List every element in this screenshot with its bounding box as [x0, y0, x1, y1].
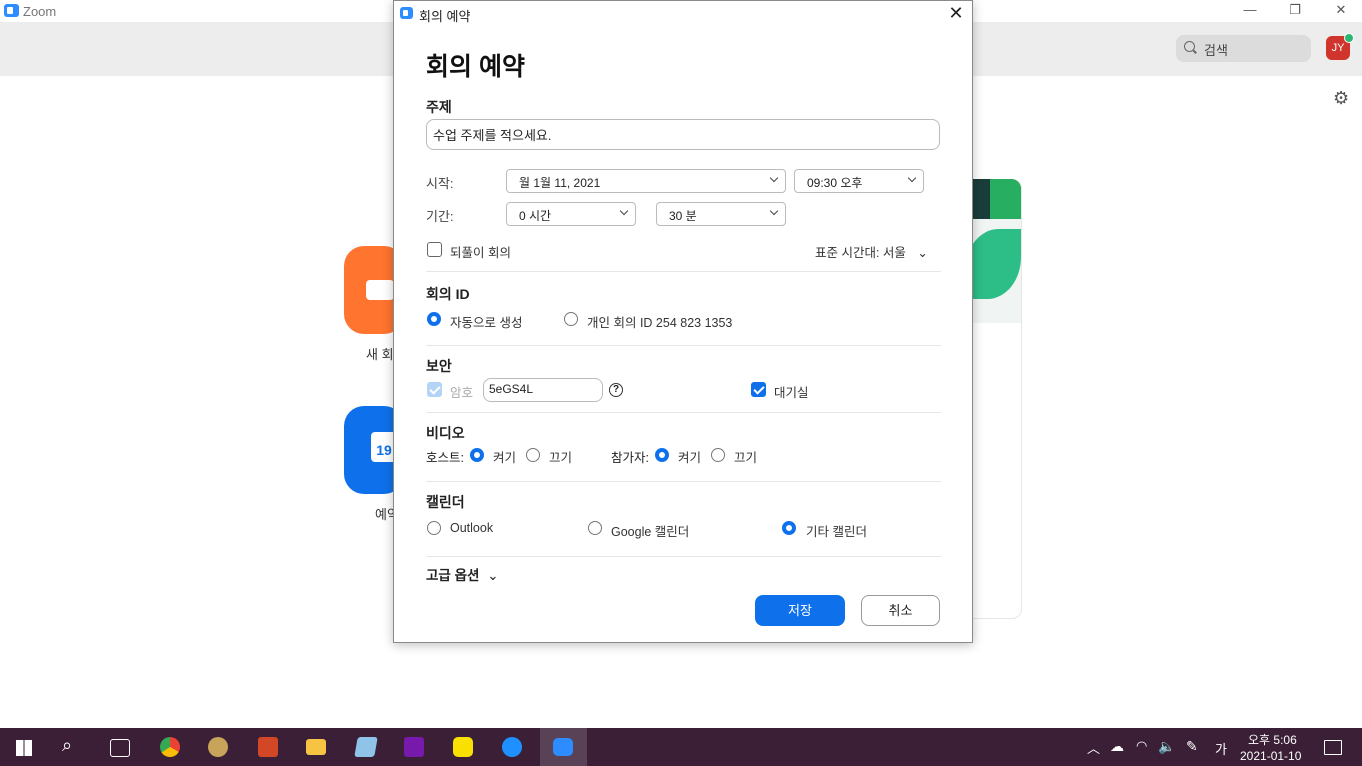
wifi-icon[interactable]: ◠ — [1136, 738, 1147, 754]
kakaotalk-icon[interactable] — [453, 737, 473, 757]
duration-minutes-select[interactable]: 30 분 — [656, 202, 786, 226]
participant-video-off-label: 끄기 — [734, 451, 758, 465]
calendar-outlook-label: Outlook — [450, 521, 494, 535]
participant-video-label: 참가자: — [611, 451, 649, 465]
zoom-logo-icon — [4, 4, 19, 17]
pen-icon[interactable]: ✎ — [1186, 738, 1198, 755]
recurring-label: 되풀이 회의 — [450, 246, 511, 260]
topic-label: 주제 — [426, 99, 452, 115]
search-input[interactable]: 검색 — [1176, 35, 1311, 62]
schedule-dialog: 회의 예약 ✕ 회의 예약 주제 수업 주제를 적으세요. 시작: 월 1월 1… — [393, 0, 973, 643]
duration-hours-select[interactable]: 0 시간 — [506, 202, 636, 226]
host-video-label: 호스트: — [426, 451, 464, 465]
participant-video-on-label: 켜기 — [678, 451, 702, 465]
search-icon — [1184, 41, 1195, 52]
start-time-value: 09:30 오후 — [807, 176, 863, 190]
ime-indicator[interactable]: 가 — [1215, 739, 1227, 758]
chevron-down-icon — [907, 173, 917, 183]
waiting-room-checkbox[interactable] — [751, 382, 766, 397]
host-video-on-label: 켜기 — [493, 451, 517, 465]
dialog-window-title: 회의 예약 — [419, 9, 471, 24]
new-meeting-label: 새 회 — [366, 347, 394, 362]
duration-minutes-value: 30 분 — [669, 209, 697, 223]
online-status-dot — [1344, 33, 1354, 43]
divider — [426, 481, 941, 482]
password-label: 암호 — [450, 386, 474, 400]
meeting-id-personal-label: 개인 회의 ID 254 823 1353 — [587, 316, 733, 330]
start-time-select[interactable]: 09:30 오후 — [794, 169, 924, 193]
participant-video-on-radio[interactable] — [655, 448, 669, 462]
meeting-id-personal-radio[interactable] — [564, 312, 578, 326]
paint-icon[interactable] — [208, 737, 228, 757]
calendar-outlook-radio[interactable] — [427, 521, 441, 535]
host-video-off-label: 끄기 — [549, 451, 573, 465]
timezone-value: 표준 시간대: 서울 — [815, 246, 906, 260]
chevron-up-icon[interactable]: ︿ — [1087, 738, 1100, 757]
cancel-button[interactable]: 취소 — [861, 595, 940, 626]
gear-icon[interactable]: ⚙ — [1333, 88, 1349, 109]
windows-start-icon[interactable] — [16, 740, 32, 756]
advanced-options-label: 고급 옵션 — [426, 568, 480, 583]
app-title: Zoom — [23, 4, 57, 19]
calendar-other-radio[interactable] — [782, 521, 796, 535]
host-video-off-radio[interactable] — [526, 448, 540, 462]
close-button[interactable]: ✕ — [1329, 2, 1353, 18]
meeting-id-auto-radio[interactable] — [427, 312, 441, 326]
topic-input[interactable]: 수업 주제를 적으세요. — [426, 119, 940, 150]
host-video-on-radio[interactable] — [470, 448, 484, 462]
security-label: 보안 — [426, 358, 452, 374]
divider — [426, 412, 941, 413]
calendar-google-label: Google 캘린더 — [611, 525, 690, 539]
calendar-label: 캘린더 — [426, 494, 465, 510]
divider — [426, 556, 941, 557]
chevron-down-icon: ⌄ — [487, 568, 499, 583]
timezone-select[interactable]: 표준 시간대: 서울 ⌄ — [815, 242, 928, 261]
video-label: 비디오 — [426, 425, 465, 441]
password-input[interactable]: 5eGS4L — [483, 378, 603, 402]
task-view-icon[interactable] — [110, 739, 130, 757]
start-label: 시작: — [426, 176, 454, 191]
search-icon[interactable]: ⌕ — [62, 735, 72, 756]
divider — [426, 271, 941, 272]
meeting-id-auto-label: 자동으로 생성 — [450, 316, 523, 330]
clock-time[interactable]: 오후 5:06 — [1248, 731, 1297, 748]
chevron-down-icon — [769, 206, 779, 216]
search-placeholder: 검색 — [1204, 43, 1228, 58]
cloud-icon[interactable]: ☁ — [1110, 738, 1124, 755]
help-icon[interactable]: ? — [609, 383, 623, 397]
recurring-checkbox[interactable] — [427, 242, 442, 257]
duration-label: 기간: — [426, 209, 454, 224]
start-date-value: 월 1월 11, 2021 — [519, 176, 601, 190]
start-date-select[interactable]: 월 1월 11, 2021 — [506, 169, 786, 193]
dialog-close-icon[interactable]: ✕ — [946, 3, 966, 24]
meeting-id-label: 회의 ID — [426, 286, 470, 302]
internet-explorer-icon[interactable] — [502, 737, 522, 757]
onenote-icon[interactable] — [404, 737, 424, 757]
divider — [426, 345, 941, 346]
password-checkbox — [427, 382, 442, 397]
duration-hours-value: 0 시간 — [519, 209, 552, 223]
chevron-down-icon: ⌄ — [917, 246, 928, 260]
chevron-down-icon — [769, 173, 779, 183]
participant-video-off-radio[interactable] — [711, 448, 725, 462]
clock-date[interactable]: 2021-01-10 — [1240, 749, 1301, 763]
advanced-options-toggle[interactable]: 고급 옵션 ⌄ — [426, 564, 499, 584]
calendar-google-radio[interactable] — [588, 521, 602, 535]
waiting-room-label: 대기실 — [774, 386, 809, 400]
save-button[interactable]: 저장 — [755, 595, 845, 626]
zoom-taskbar-icon[interactable] — [553, 738, 573, 756]
calendar-other-label: 기타 캘린더 — [806, 525, 867, 539]
file-explorer-icon[interactable] — [306, 739, 326, 755]
zoom-logo-icon — [400, 7, 413, 19]
restore-button[interactable]: ❐ — [1283, 2, 1307, 18]
powerpoint-icon[interactable] — [258, 737, 278, 757]
volume-icon[interactable]: 🔈 — [1158, 738, 1175, 755]
notification-icon[interactable] — [1324, 740, 1342, 755]
chevron-down-icon — [619, 206, 629, 216]
chrome-icon[interactable] — [160, 737, 180, 757]
notes-icon[interactable] — [354, 737, 378, 757]
minimize-button[interactable]: — — [1238, 2, 1262, 17]
dialog-heading: 회의 예약 — [426, 53, 525, 81]
